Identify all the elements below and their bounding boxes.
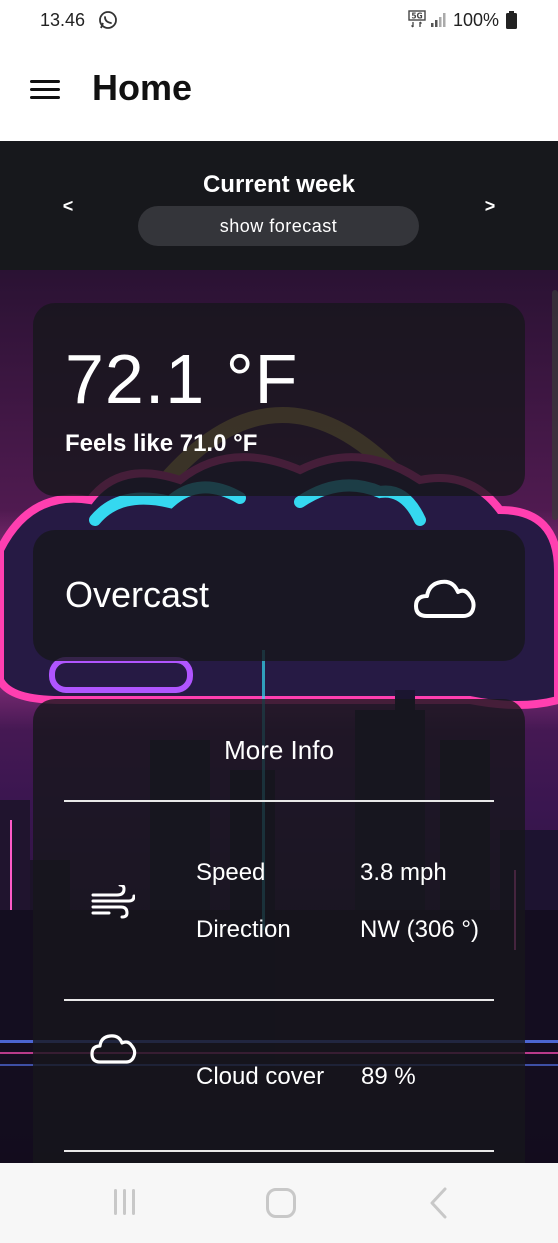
signal-icon — [431, 13, 446, 27]
week-title: Current week — [202, 171, 356, 198]
app-bar: Home — [0, 40, 558, 141]
battery-icon — [506, 11, 517, 29]
home-icon[interactable] — [266, 1188, 296, 1218]
feels-like: Feels like 71.0 °F — [65, 430, 258, 457]
cloud-cover-value: 89 % — [361, 1063, 416, 1090]
5g-icon: 5G — [408, 10, 426, 28]
recents-icon[interactable] — [112, 1187, 138, 1217]
divider — [64, 999, 494, 1001]
direction-label: Direction — [196, 916, 291, 943]
back-icon[interactable] — [428, 1187, 448, 1219]
menu-icon[interactable] — [28, 76, 62, 102]
show-forecast-button[interactable]: show forecast — [138, 206, 419, 246]
direction-value: NW (306 °) — [360, 916, 479, 943]
battery-percent: 100% — [453, 10, 500, 30]
wind-icon — [91, 885, 135, 919]
condition-card: Overcast — [33, 530, 525, 661]
cloud-icon — [414, 579, 476, 618]
status-time: 13.46 — [40, 10, 86, 30]
cloud-cover-label: Cloud cover — [196, 1063, 325, 1090]
week-selector: < Current week > show forecast — [0, 141, 558, 270]
temperature-card: 72.1 °F Feels like 71.0 °F — [33, 303, 525, 496]
page-title: Home — [92, 67, 193, 108]
cloud-icon — [90, 1034, 137, 1064]
whatsapp-icon — [99, 11, 117, 29]
temperature-value: 72.1 °F — [65, 340, 299, 418]
more-info-card: More Info Speed 3.8 mph Direction NW (30… — [33, 699, 525, 1169]
system-nav-bar — [0, 1163, 558, 1243]
divider — [64, 800, 494, 802]
speed-label: Speed — [196, 859, 266, 886]
next-week-button[interactable]: > — [478, 191, 502, 221]
more-info-title: More Info — [224, 735, 334, 765]
condition-text: Overcast — [65, 574, 210, 615]
divider — [64, 1150, 494, 1152]
svg-text:5G: 5G — [411, 12, 422, 21]
status-bar: 13.46 5G 100% — [0, 0, 558, 40]
speed-value: 3.8 mph — [360, 859, 447, 886]
